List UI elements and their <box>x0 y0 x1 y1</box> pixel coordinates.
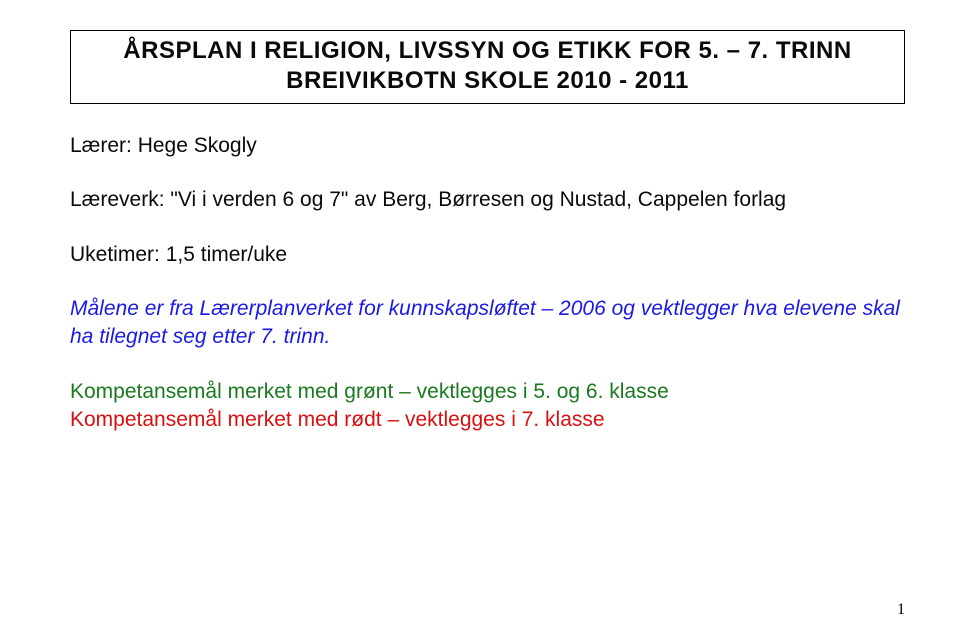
legend-block: Kompetansemål merket med grønt – vektleg… <box>70 378 905 435</box>
goals-note: Målene er fra Lærerplanverket for kunnsk… <box>70 295 905 352</box>
legend-red: Kompetansemål merket med rødt – vektlegg… <box>70 406 905 434</box>
hours-value: 1,5 timer/uke <box>166 243 287 266</box>
textbook-value: "Vi i verden 6 og 7" av Berg, Børresen o… <box>170 188 786 211</box>
hours-label: Uketimer: <box>70 243 160 266</box>
hours-line: Uketimer: 1,5 timer/uke <box>70 241 905 269</box>
page-number: 1 <box>897 601 905 619</box>
textbook-line: Læreverk: "Vi i verden 6 og 7" av Berg, … <box>70 186 905 214</box>
title-line2: BREIVIKBOTN SKOLE 2010 - 2011 <box>81 67 894 95</box>
teacher-value: Hege Skogly <box>138 134 257 157</box>
teacher-label: Lærer: <box>70 134 132 157</box>
teacher-line: Lærer: Hege Skogly <box>70 132 905 160</box>
title-line1: ÅRSPLAN I RELIGION, LIVSSYN OG ETIKK FOR… <box>81 37 894 65</box>
legend-green: Kompetansemål merket med grønt – vektleg… <box>70 378 905 406</box>
title-box: ÅRSPLAN I RELIGION, LIVSSYN OG ETIKK FOR… <box>70 30 905 104</box>
textbook-label: Læreverk: <box>70 188 165 211</box>
